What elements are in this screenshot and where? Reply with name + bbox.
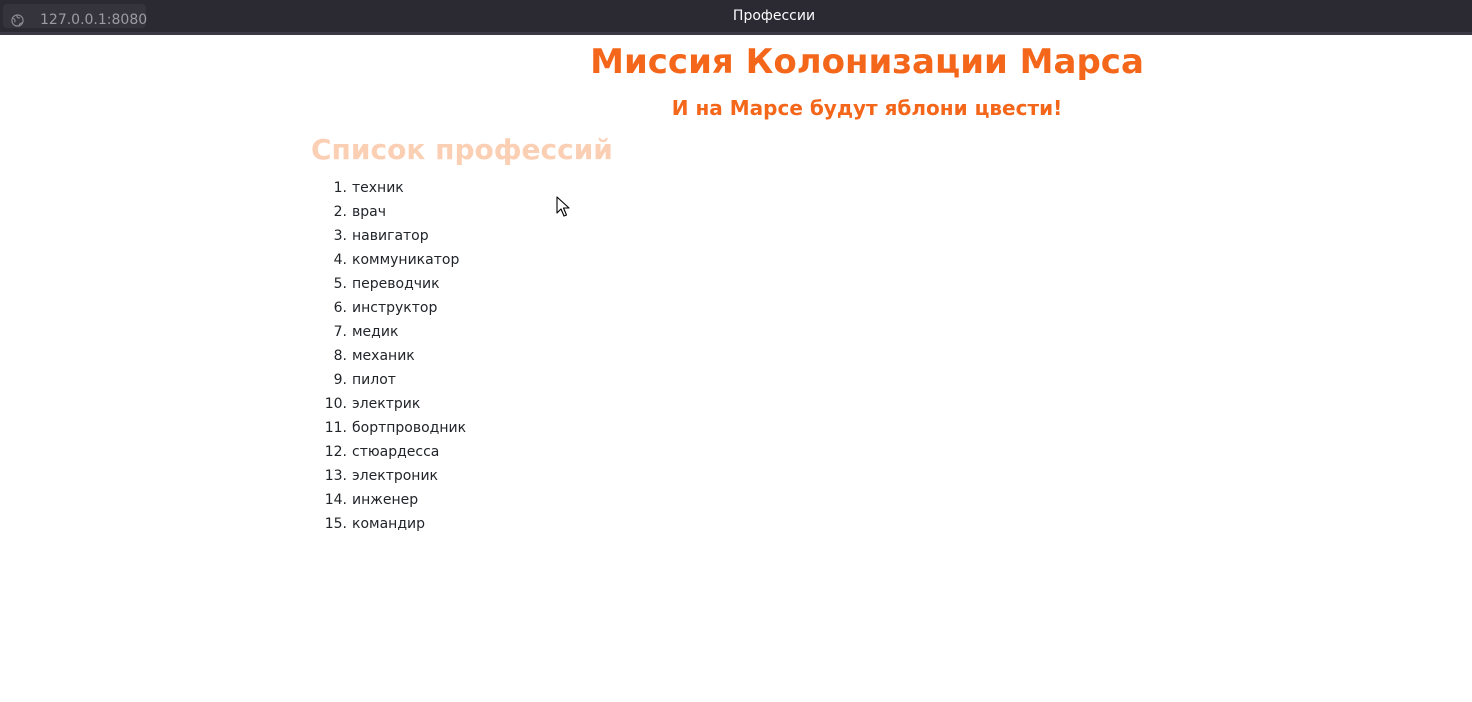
- profession-name: переводчик: [352, 276, 440, 292]
- profession-number: 12.: [324, 444, 347, 460]
- page-title: Миссия Колонизации Марса: [590, 42, 1144, 82]
- profession-name: инструктор: [352, 300, 438, 316]
- profession-item: 3. навигатор: [311, 224, 611, 248]
- profession-item: 9. пилот: [311, 368, 611, 392]
- profession-name: бортпроводник: [352, 420, 467, 436]
- window-title: Профессии: [732, 8, 816, 24]
- professions-heading: Список профессий: [311, 133, 613, 166]
- profession-number: 5.: [333, 276, 347, 292]
- profession-number: 11.: [324, 420, 347, 436]
- profession-number: 6.: [333, 300, 347, 316]
- profession-number: 2.: [333, 204, 347, 220]
- browser-titlebar: 127.0.0.1:8080 Профессии: [0, 0, 1472, 32]
- profession-number: 3.: [333, 228, 347, 244]
- profession-item: 4. коммуникатор: [311, 248, 611, 272]
- profession-item: 15. командир: [311, 512, 611, 536]
- profession-item: 8. механик: [311, 344, 611, 368]
- profession-name: командир: [352, 516, 425, 532]
- profession-name: электрик: [352, 396, 421, 412]
- profession-number: 10.: [324, 396, 347, 412]
- page-subtitle: И на Марсе будут яблони цвести!: [671, 96, 1063, 120]
- profession-name: навигатор: [352, 228, 429, 244]
- profession-number: 1.: [333, 180, 347, 196]
- profession-number: 13.: [324, 468, 347, 484]
- profession-name: медик: [352, 324, 399, 340]
- profession-name: электроник: [352, 468, 439, 484]
- profession-item: 7. медик: [311, 320, 611, 344]
- profession-number: 15.: [324, 516, 347, 532]
- profession-item: 13. электроник: [311, 464, 611, 488]
- profession-number: 9.: [333, 372, 347, 388]
- cursor-icon: [556, 196, 570, 217]
- profession-name: техник: [352, 180, 404, 196]
- profession-name: механик: [352, 348, 415, 364]
- profession-name: инженер: [352, 492, 419, 508]
- profession-number: 4.: [333, 252, 347, 268]
- profession-name: пилот: [352, 372, 396, 388]
- professions-list: 1. техник 2. врач 3. навигатор 4. коммуникатор 5…: [311, 176, 611, 536]
- profession-item: 12. стюардесса: [311, 440, 611, 464]
- page-content: [0, 35, 1472, 702]
- profession-item: 6. инструктор: [311, 296, 611, 320]
- profession-number: 7.: [333, 324, 347, 340]
- profession-name: врач: [352, 204, 386, 220]
- profession-number: 8.: [333, 348, 347, 364]
- profession-item: 14. инженер: [311, 488, 611, 512]
- profession-item: 10. электрик: [311, 392, 611, 416]
- profession-name: стюардесса: [352, 444, 440, 460]
- profession-name: коммуникатор: [352, 252, 460, 268]
- profession-item: 11. бортпроводник: [311, 416, 611, 440]
- profession-number: 14.: [324, 492, 347, 508]
- profession-item: 5. переводчик: [311, 272, 611, 296]
